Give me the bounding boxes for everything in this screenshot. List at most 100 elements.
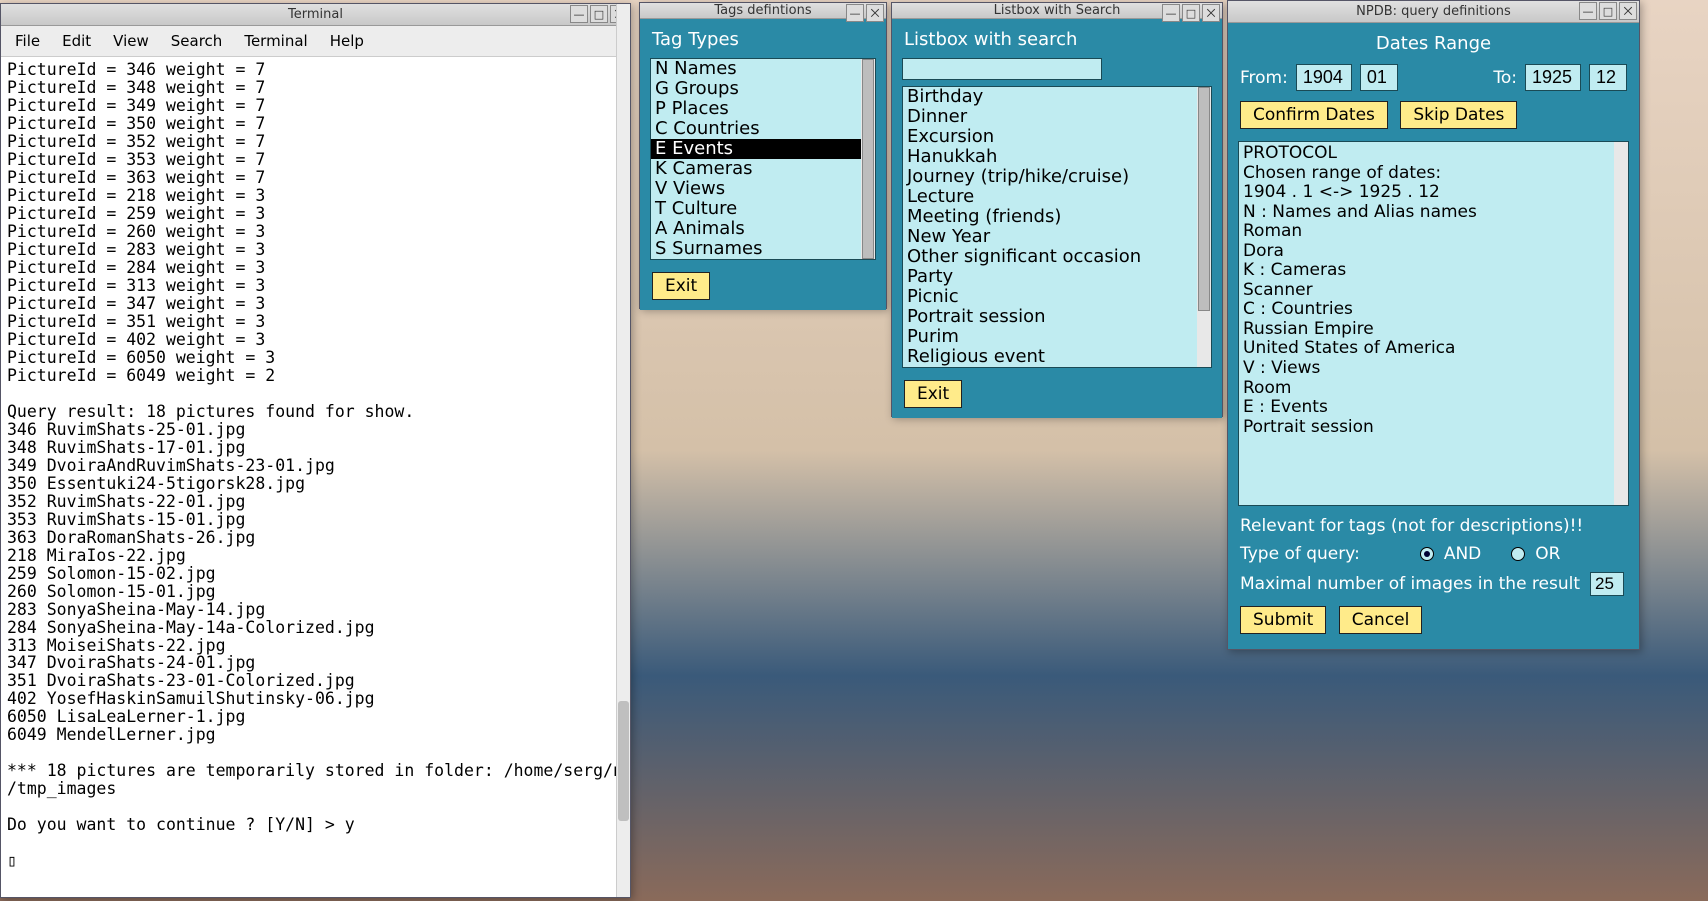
submit-button[interactable]: Submit: [1240, 606, 1326, 634]
events-scrollbar-thumb[interactable]: [1198, 87, 1210, 311]
tag-type-item[interactable]: S Surnames: [651, 239, 875, 259]
protocol-scrollbar[interactable]: [1614, 142, 1628, 505]
tags-exit-button[interactable]: Exit: [652, 272, 710, 300]
protocol-line: Chosen range of dates:: [1243, 164, 1624, 184]
query-window: NPDB: query definitions — □ ⨉ Dates Rang…: [1227, 0, 1640, 650]
and-radio[interactable]: [1420, 547, 1434, 561]
tags-header: Tag Types: [644, 23, 882, 56]
tag-type-item[interactable]: E Events: [651, 139, 875, 159]
protocol-line: Dora: [1243, 242, 1624, 262]
tags-titlebar[interactable]: Tags defintions — ⨉: [640, 3, 886, 19]
tags-listbox[interactable]: N NamesG GroupsP PlacesC CountriesE Even…: [650, 58, 876, 260]
and-label: AND: [1444, 544, 1481, 564]
listbox-exit-button[interactable]: Exit: [904, 380, 962, 408]
event-item[interactable]: Party: [903, 267, 1211, 287]
tag-type-item[interactable]: V Views: [651, 179, 875, 199]
protocol-line: Scanner: [1243, 281, 1624, 301]
tag-type-item[interactable]: G Groups: [651, 79, 875, 99]
tags-scrollbar[interactable]: [861, 59, 875, 259]
maximize-icon[interactable]: □: [1599, 2, 1617, 20]
terminal-scrollbar[interactable]: [616, 4, 630, 897]
menu-view[interactable]: View: [103, 29, 159, 53]
protocol-box[interactable]: PROTOCOLChosen range of dates:1904 . 1 <…: [1238, 141, 1629, 506]
close-icon[interactable]: ⨉: [1619, 2, 1637, 20]
dates-range-header: Dates Range: [1232, 27, 1635, 60]
tags-window: Tags defintions — ⨉ Tag Types N NamesG G…: [639, 2, 887, 309]
minimize-icon[interactable]: —: [1162, 4, 1180, 22]
minimize-icon[interactable]: —: [570, 5, 588, 23]
tag-type-item[interactable]: A Animals: [651, 219, 875, 239]
event-item[interactable]: Religious event: [903, 347, 1211, 367]
minimize-icon[interactable]: —: [1579, 2, 1597, 20]
tag-type-item[interactable]: C Countries: [651, 119, 875, 139]
search-input[interactable]: [902, 58, 1102, 80]
relevant-note: Relevant for tags (not for descriptions)…: [1240, 516, 1583, 536]
close-icon[interactable]: ⨉: [866, 4, 884, 22]
protocol-line: Roman: [1243, 222, 1624, 242]
event-item[interactable]: Other significant occasion: [903, 247, 1211, 267]
from-month-input[interactable]: [1360, 64, 1398, 91]
event-item[interactable]: Picnic: [903, 287, 1211, 307]
menu-file[interactable]: File: [5, 29, 50, 53]
maximize-icon[interactable]: □: [590, 5, 608, 23]
protocol-line: N : Names and Alias names: [1243, 203, 1624, 223]
protocol-line: K : Cameras: [1243, 261, 1624, 281]
protocol-line: C : Countries: [1243, 300, 1624, 320]
event-item[interactable]: Portrait session: [903, 307, 1211, 327]
or-label: OR: [1535, 544, 1560, 564]
max-images-label: Maximal number of images in the result: [1240, 574, 1580, 594]
event-item[interactable]: New Year: [903, 227, 1211, 247]
confirm-dates-button[interactable]: Confirm Dates: [1240, 101, 1388, 129]
protocol-line: Room: [1243, 379, 1624, 399]
tags-scrollbar-thumb[interactable]: [862, 59, 874, 259]
or-radio[interactable]: [1511, 547, 1525, 561]
tag-type-item[interactable]: P Places: [651, 99, 875, 119]
from-label: From:: [1240, 68, 1288, 88]
menu-edit[interactable]: Edit: [52, 29, 101, 53]
tag-type-item[interactable]: T Culture: [651, 199, 875, 219]
events-listbox[interactable]: BirthdayDinnerExcursionHanukkahJourney (…: [902, 86, 1212, 368]
maximize-icon[interactable]: □: [1182, 4, 1200, 22]
protocol-line: Portrait session: [1243, 418, 1624, 438]
event-item[interactable]: Dinner: [903, 107, 1211, 127]
query-title: NPDB: query definitions: [1356, 4, 1511, 19]
tag-type-item[interactable]: K Cameras: [651, 159, 875, 179]
to-month-input[interactable]: [1589, 64, 1627, 91]
to-year-input[interactable]: [1525, 64, 1581, 91]
listbox-title: Listbox with Search: [994, 3, 1121, 18]
query-titlebar[interactable]: NPDB: query definitions — □ ⨉: [1228, 1, 1639, 23]
event-item[interactable]: Lecture: [903, 187, 1211, 207]
event-item[interactable]: Journey (trip/hike/cruise): [903, 167, 1211, 187]
protocol-line: V : Views: [1243, 359, 1624, 379]
cancel-button[interactable]: Cancel: [1339, 606, 1423, 634]
terminal-window: Terminal — □ ⨉ File Edit View Search Ter…: [0, 3, 631, 898]
listbox-header: Listbox with search: [896, 23, 1218, 56]
tag-type-item[interactable]: N Names: [651, 59, 875, 79]
terminal-titlebar[interactable]: Terminal — □ ⨉: [1, 4, 630, 26]
event-item[interactable]: Birthday: [903, 87, 1211, 107]
protocol-line: E : Events: [1243, 398, 1624, 418]
events-scrollbar[interactable]: [1197, 87, 1211, 367]
max-images-input[interactable]: [1590, 572, 1624, 596]
skip-dates-button[interactable]: Skip Dates: [1400, 101, 1517, 129]
terminal-scrollbar-thumb[interactable]: [618, 701, 629, 821]
protocol-line: 1904 . 1 <-> 1925 . 12: [1243, 183, 1624, 203]
type-of-query-label: Type of query:: [1240, 544, 1360, 564]
to-label: To:: [1493, 68, 1517, 88]
from-year-input[interactable]: [1296, 64, 1352, 91]
close-icon[interactable]: ⨉: [1202, 4, 1220, 22]
event-item[interactable]: Excursion: [903, 127, 1211, 147]
event-item[interactable]: Hanukkah: [903, 147, 1211, 167]
event-item[interactable]: Meeting (friends): [903, 207, 1211, 227]
menu-terminal[interactable]: Terminal: [234, 29, 317, 53]
menu-search[interactable]: Search: [161, 29, 233, 53]
menu-help[interactable]: Help: [320, 29, 374, 53]
terminal-title: Terminal: [288, 7, 343, 22]
minimize-icon[interactable]: —: [846, 4, 864, 22]
protocol-line: United States of America: [1243, 339, 1624, 359]
event-item[interactable]: Purim: [903, 327, 1211, 347]
listbox-window: Listbox with Search — □ ⨉ Listbox with s…: [891, 2, 1223, 417]
listbox-titlebar[interactable]: Listbox with Search — □ ⨉: [892, 3, 1222, 19]
terminal-output[interactable]: PictureId = 346 weight = 7 PictureId = 3…: [1, 57, 630, 897]
tags-title: Tags defintions: [714, 3, 811, 18]
